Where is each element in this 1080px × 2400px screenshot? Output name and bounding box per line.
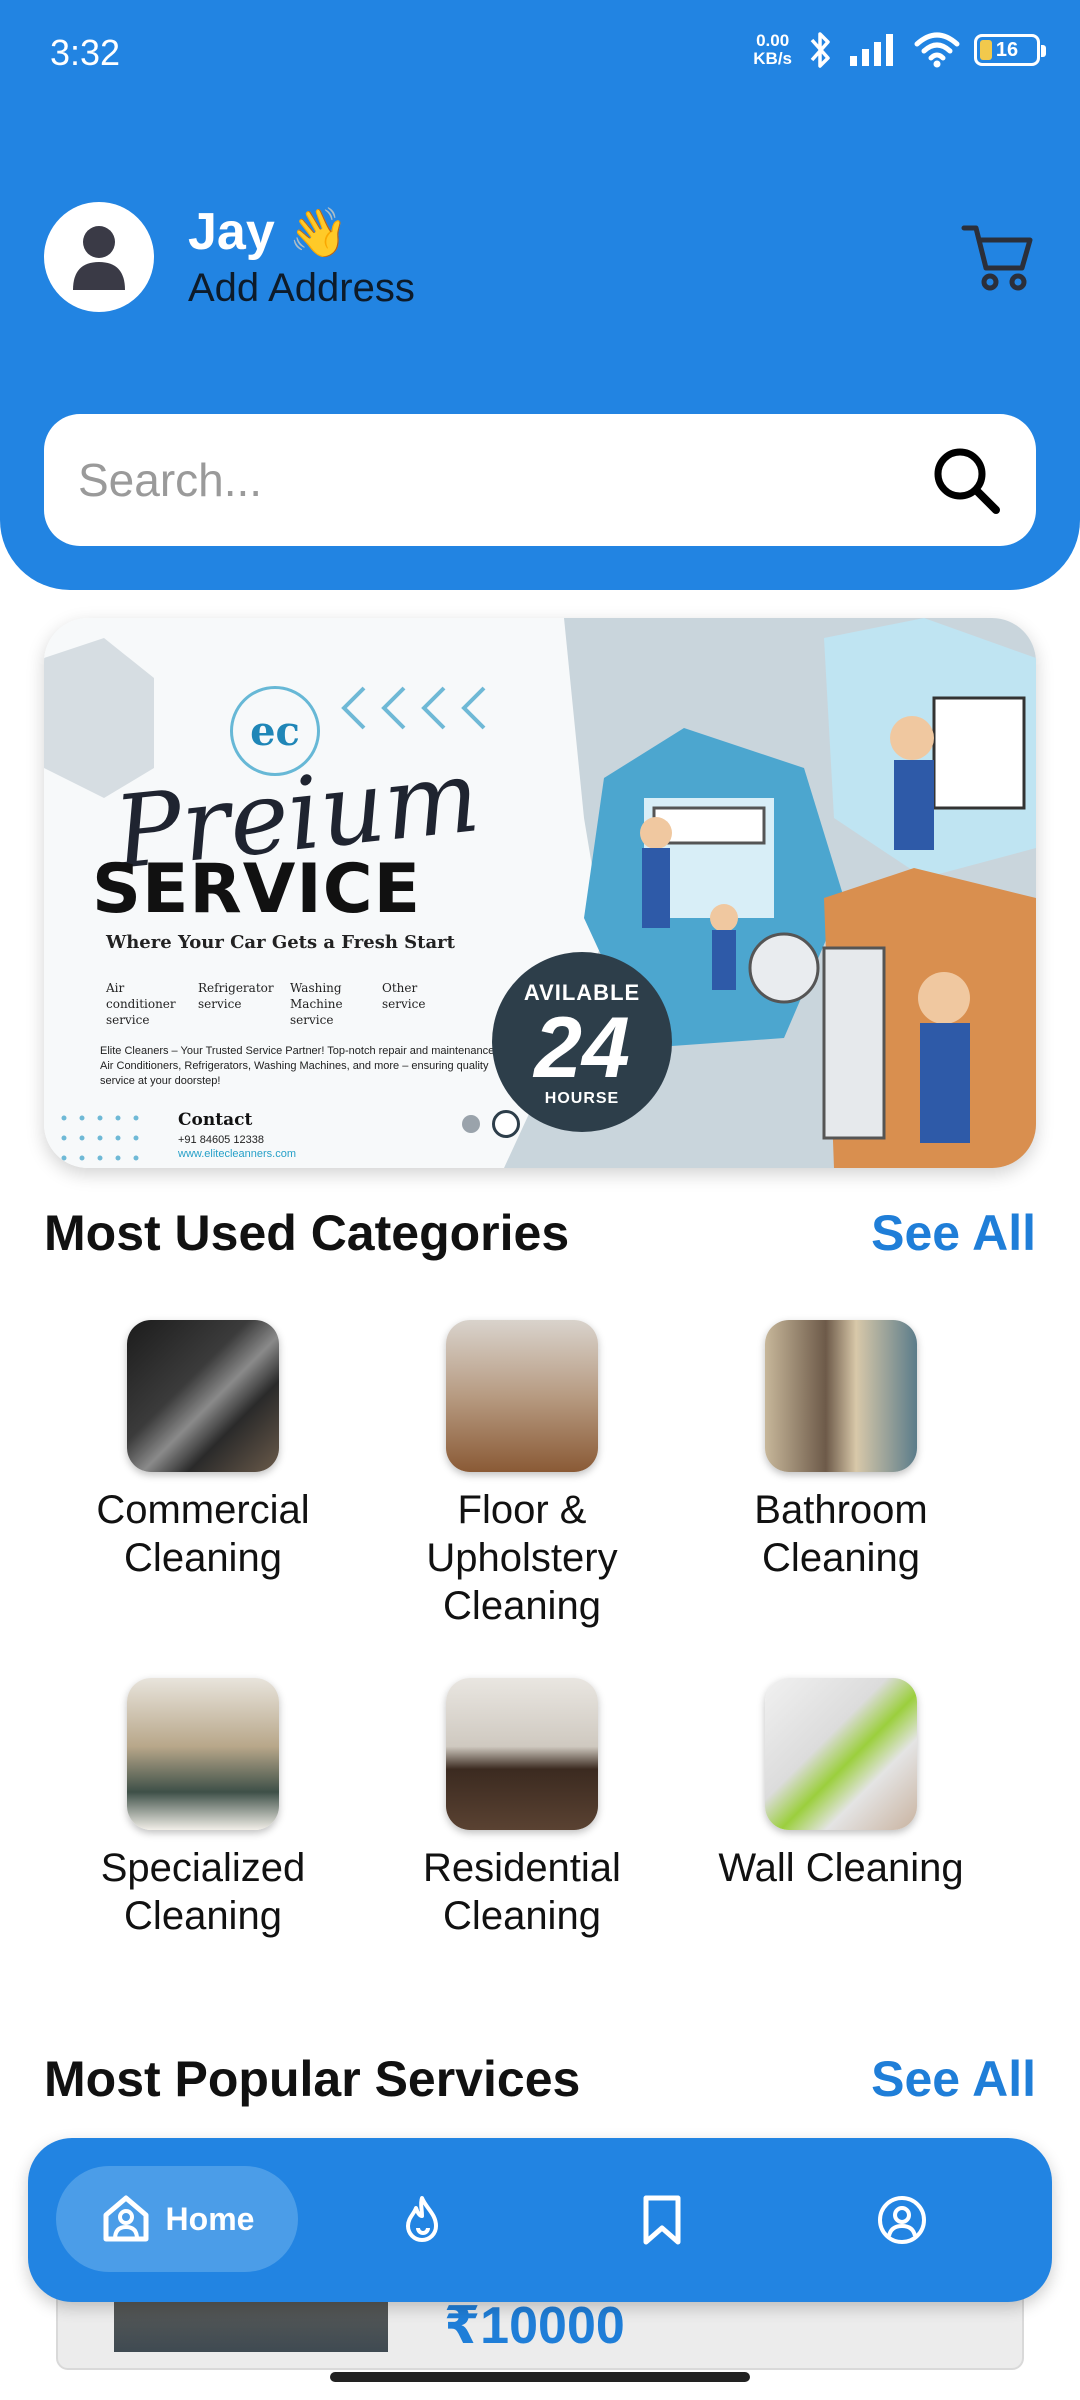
banner-phone: +91 84605 12338 — [178, 1134, 264, 1146]
carousel-dot-active[interactable] — [492, 1110, 520, 1138]
category-residential-cleaning[interactable]: Residential Cleaning — [372, 1678, 672, 1940]
battery-level: 16 — [995, 38, 1019, 61]
category-image — [127, 1320, 279, 1472]
greeting: Jay 👋 Add Address — [188, 202, 415, 311]
search-bar[interactable]: Search... — [44, 414, 1036, 546]
wifi-icon — [914, 32, 960, 68]
service-price: ₹10000 — [444, 2297, 625, 2355]
banner-headline: SERVICE — [92, 850, 422, 929]
status-icons: 0.00 KB/s 16 — [753, 30, 1046, 70]
banner-website: www.elitecleanners.com — [178, 1148, 296, 1160]
banner-contact-label: Contact — [178, 1110, 253, 1130]
category-specialized-cleaning[interactable]: Specialized Cleaning — [53, 1678, 353, 1940]
wave-icon: 👋 — [288, 206, 349, 260]
nav-profile[interactable] — [864, 2182, 940, 2258]
category-image — [127, 1678, 279, 1830]
search-input[interactable]: Search... — [78, 453, 930, 507]
bottom-nav: Home — [28, 2138, 1052, 2302]
category-commercial-cleaning[interactable]: Commercial Cleaning — [53, 1320, 353, 1582]
add-address-link[interactable]: Add Address — [188, 266, 415, 311]
categories-see-all[interactable]: See All — [871, 1204, 1036, 1262]
signal-icon — [850, 34, 893, 66]
banner-tagline: Where Your Car Gets a Fresh Start — [106, 932, 455, 953]
category-wall-cleaning[interactable]: Wall Cleaning — [691, 1678, 991, 1892]
home-indicator — [330, 2372, 750, 2382]
user-icon — [73, 226, 125, 290]
avatar[interactable] — [44, 202, 154, 312]
category-bathroom-cleaning[interactable]: Bathroom Cleaning — [691, 1320, 991, 1582]
profile-icon — [878, 2196, 926, 2244]
search-icon[interactable] — [930, 444, 1002, 516]
banner-service-list: Air conditioner service Refrigerator ser… — [106, 981, 426, 1027]
home-icon — [103, 2195, 149, 2242]
nav-home[interactable]: Home — [56, 2166, 298, 2272]
battery-icon: 16 — [974, 34, 1046, 66]
category-image — [446, 1678, 598, 1830]
nav-trending[interactable] — [384, 2182, 460, 2258]
promo-banner[interactable]: ec Preium SERVICE Where Your Car Gets a … — [44, 618, 1036, 1168]
popular-see-all[interactable]: See All — [871, 2050, 1036, 2108]
cart-icon[interactable] — [960, 218, 1036, 294]
category-image — [765, 1320, 917, 1472]
categories-title: Most Used Categories — [44, 1205, 570, 1261]
availability-badge: AVILABLE 24 HOURSE — [492, 952, 672, 1132]
net-speed: 0.00 KB/s — [753, 31, 792, 68]
carousel-dot[interactable] — [462, 1115, 480, 1133]
category-image — [446, 1320, 598, 1472]
category-floor-upholstery[interactable]: Floor & Upholstery Cleaning — [372, 1320, 672, 1630]
user-name: Jay 👋 — [188, 203, 349, 261]
category-image — [765, 1678, 917, 1830]
header: 3:32 0.00 KB/s 16 Jay 👋 Add Address Sear… — [0, 0, 1080, 590]
fire-icon — [406, 2196, 438, 2242]
nav-bookmarks[interactable] — [624, 2182, 700, 2258]
status-bar: 3:32 0.00 KB/s 16 — [0, 0, 1080, 110]
status-time: 3:32 — [50, 32, 121, 73]
bookmark-icon — [643, 2195, 681, 2245]
carousel-indicator — [462, 1110, 520, 1138]
banner-description: Elite Cleaners – Your Trusted Service Pa… — [100, 1045, 511, 1087]
popular-title: Most Popular Services — [44, 2051, 581, 2107]
bluetooth-icon — [810, 32, 830, 68]
